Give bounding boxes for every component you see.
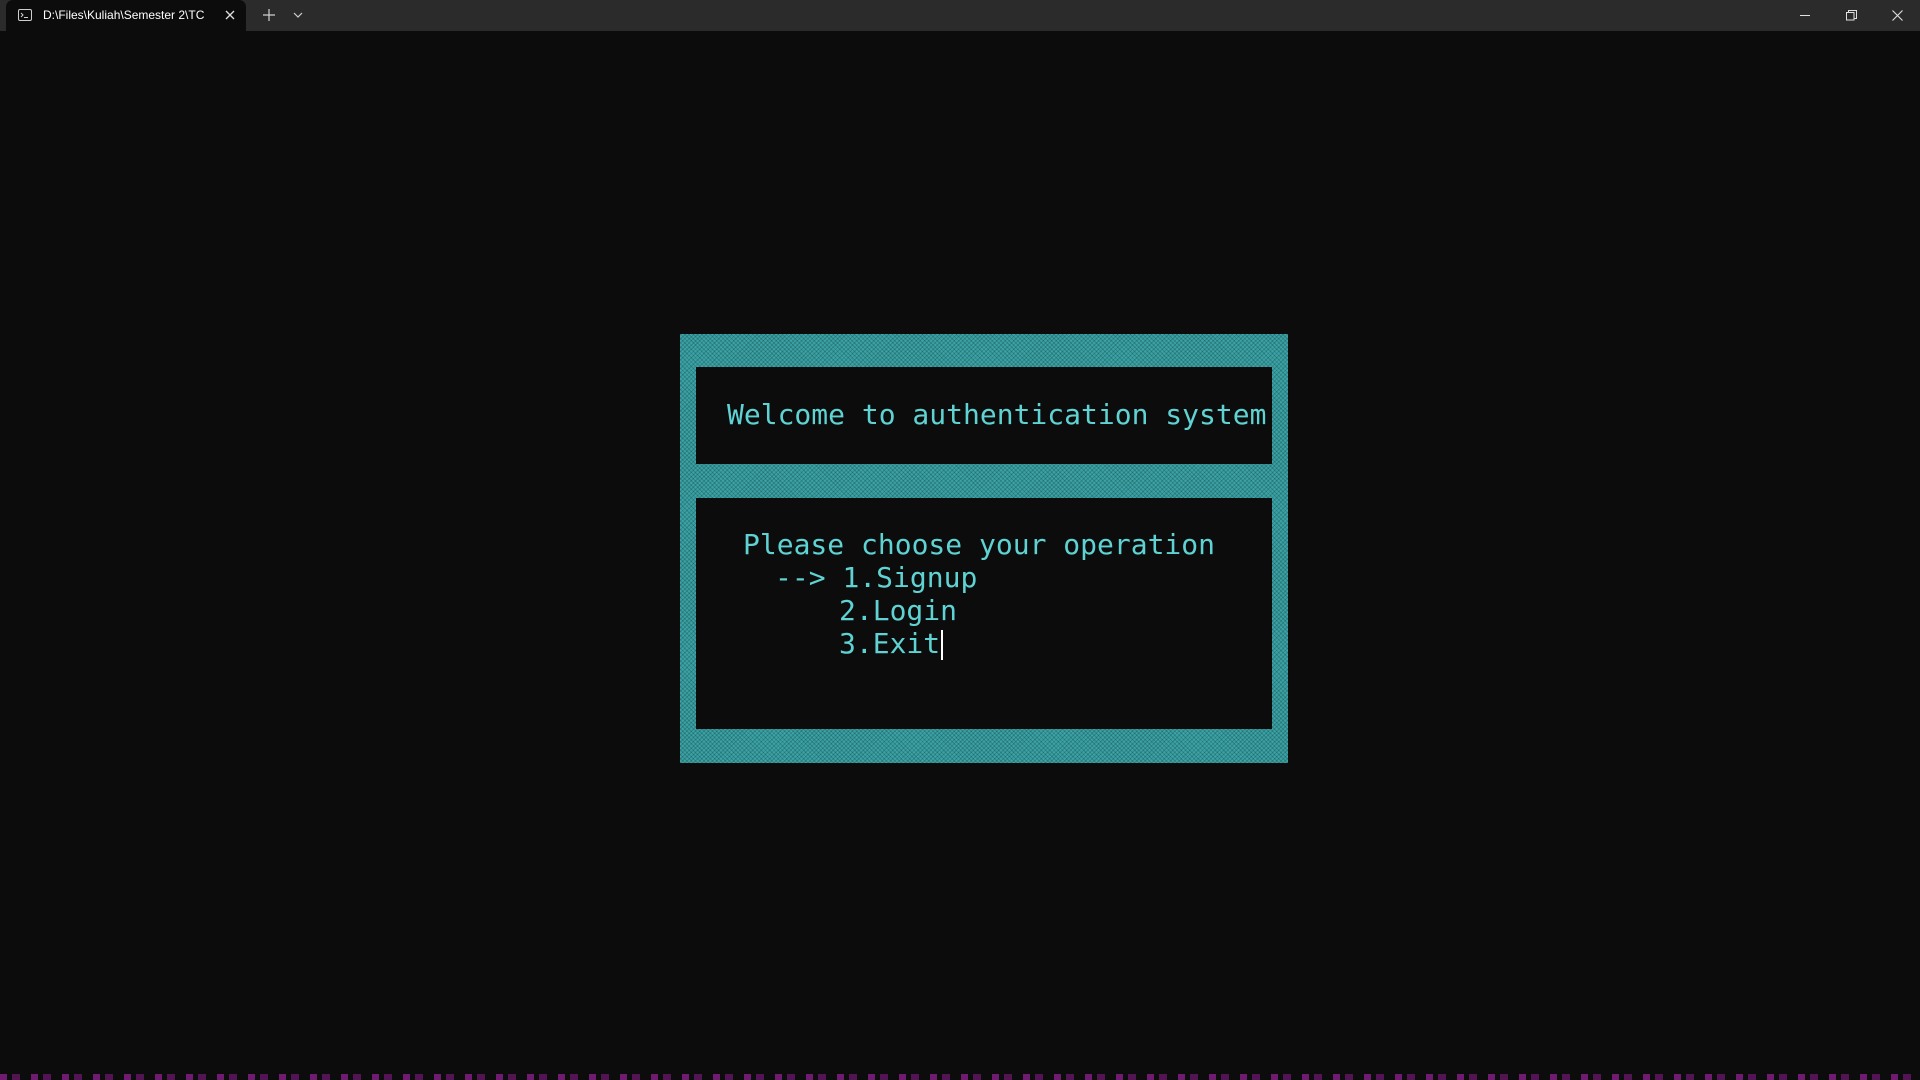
plus-icon[interactable] [260, 6, 278, 24]
menu-option-exit[interactable]: 3.Exit [839, 627, 944, 660]
render-artifact-strip [0, 1074, 1920, 1080]
close-icon[interactable] [222, 7, 238, 23]
tab-active[interactable]: D:\Files\Kuliah\Semester 2\TC [6, 0, 246, 31]
terminal-viewport[interactable]: Welcome to authentication system Please … [0, 31, 1920, 1080]
menu-prompt: Please choose your operation [743, 528, 1216, 561]
selection-arrow: --> [775, 561, 826, 594]
restore-icon [1846, 10, 1857, 21]
option-label: 2.Login [839, 594, 958, 627]
close-icon [1892, 10, 1903, 21]
header-panel: Welcome to authentication system [696, 367, 1272, 464]
menu-panel: Please choose your operation --> 1.Signu… [696, 498, 1272, 729]
menu-option-login[interactable]: 2.Login [839, 594, 957, 627]
minimize-button[interactable] [1782, 0, 1828, 31]
option-label: 3.Exit [839, 627, 941, 660]
restore-button[interactable] [1828, 0, 1874, 31]
text-cursor [941, 630, 944, 660]
title-bar: D:\Files\Kuliah\Semester 2\TC [0, 0, 1920, 31]
chevron-down-icon[interactable] [290, 7, 306, 23]
menu-option-signup[interactable]: --> 1.Signup [775, 561, 977, 594]
option-label: 1.Signup [842, 561, 978, 594]
tab-title: D:\Files\Kuliah\Semester 2\TC [43, 8, 205, 22]
close-window-button[interactable] [1874, 0, 1920, 31]
terminal-icon [18, 9, 32, 21]
minimize-icon [1800, 15, 1810, 16]
auth-menu-frame: Welcome to authentication system Please … [680, 334, 1288, 763]
welcome-title: Welcome to authentication system [727, 398, 1267, 431]
